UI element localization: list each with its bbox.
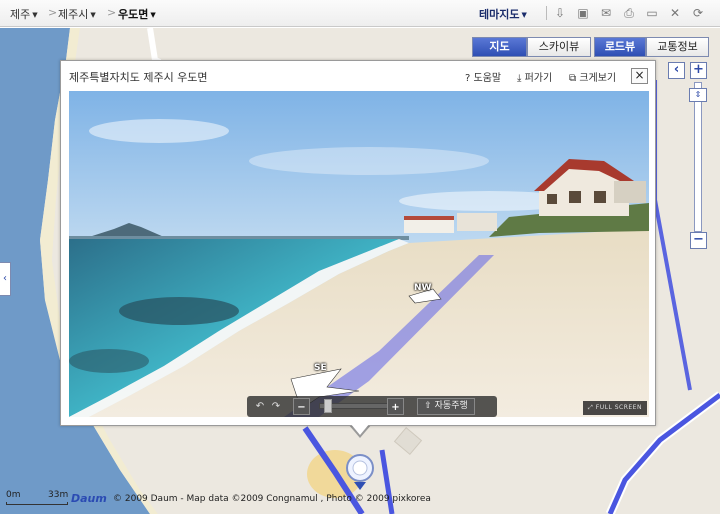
share-icon[interactable]: ✕ (668, 6, 682, 20)
scale-end-label: 33m (48, 490, 69, 500)
reset-icon[interactable]: ⟳ (691, 6, 705, 20)
zoom-slider-handle[interactable]: ⇕ (689, 88, 707, 102)
zoom-out-pano-button[interactable]: − (293, 398, 310, 415)
breadcrumb-separator: > (107, 6, 117, 19)
breadcrumb-province[interactable]: 제주 ▼ (10, 6, 38, 22)
pan-left-button[interactable]: ‹ (668, 62, 685, 79)
download-icon[interactable]: ⇩ (553, 6, 567, 20)
print-icon[interactable]: ⎙ (622, 6, 636, 20)
daum-logo: Daum (71, 492, 107, 505)
close-button[interactable]: × (631, 68, 648, 84)
external-link-icon: ⧉ (569, 73, 577, 84)
chevron-down-icon: ▼ (90, 11, 96, 19)
zoom-slider-track[interactable] (694, 82, 702, 232)
breadcrumb-town[interactable]: 우도면 ▼ (118, 6, 156, 22)
roadview-popup: 제주특별자치도 제주시 우도면 ? 도움말 ⤓ 퍼가기 ⧉ 크게보기 × NW … (60, 60, 656, 426)
popup-pointer-inner (350, 423, 370, 435)
theme-map-button[interactable]: 테마지도 ▼ (479, 6, 527, 22)
map-type-skyview-button[interactable]: 스카이뷰 (527, 37, 591, 57)
top-toolbar: 제주 ▼ > 제주시 ▼ > 우도면 ▼ 테마지도 ▼ ⇩ ▣ ✉ ⎙ ▭ ✕ ⟳ (0, 0, 720, 27)
toolbar-divider (546, 6, 547, 20)
pano-zoom-handle[interactable] (324, 399, 332, 413)
chevron-down-icon: ▼ (150, 11, 156, 19)
auto-play-button[interactable]: ⇧ 자동주행 (417, 398, 475, 415)
roadview-marker-icon[interactable] (338, 452, 384, 498)
rotate-left-icon[interactable]: ↶ (253, 398, 267, 415)
direction-se-label[interactable]: SE (314, 363, 327, 373)
enlarge-link[interactable]: ⧉ 크게보기 (569, 69, 616, 84)
mail-icon[interactable]: ✉ (599, 6, 613, 20)
rotate-right-icon[interactable]: ↷ (269, 398, 283, 415)
panorama-controls: ↶ ↷ − + ⇧ 자동주행 (247, 396, 497, 417)
zoom-out-button[interactable]: − (690, 232, 707, 249)
chevron-down-icon: ▼ (521, 11, 527, 19)
copyright-text: © 2009 Daum - Map data ©2009 Congnamul ,… (113, 494, 431, 504)
fullscreen-button[interactable]: ⤢ FULL SCREEN (583, 401, 647, 415)
close-icon: × (634, 68, 645, 82)
map-type-roadview-button[interactable]: 로드뷰 (594, 37, 646, 57)
map-type-map-button[interactable]: 지도 (472, 37, 527, 57)
map-type-traffic-button[interactable]: 교통정보 (646, 37, 709, 57)
question-icon: ? (465, 73, 471, 84)
chevron-down-icon: ▼ (32, 11, 38, 19)
help-link[interactable]: ? 도움말 (465, 69, 501, 84)
scale-start-label: 0m (6, 490, 21, 500)
download-icon: ⤓ (517, 73, 522, 84)
panorama-image (69, 91, 649, 417)
up-arrow-icon: ⇧ (424, 401, 432, 411)
zoom-in-button[interactable]: + (690, 62, 707, 79)
save-icon[interactable]: ▣ (576, 6, 590, 20)
share-link[interactable]: ⤓ 퍼가기 (517, 69, 552, 84)
breadcrumb-separator: > (48, 6, 58, 19)
breadcrumb-city[interactable]: 제주시 ▼ (58, 6, 96, 22)
roadview-panorama[interactable]: NW SE ↶ ↷ − + ⇧ 자동주행 ⤢ FULL SCREEN (69, 91, 649, 417)
direction-nw-label[interactable]: NW (414, 283, 431, 293)
popup-title: 제주특별자치도 제주시 우도면 (69, 71, 208, 84)
zoom-in-pano-button[interactable]: + (387, 398, 404, 415)
scale-bar (6, 502, 68, 505)
expand-icon: ⤢ (588, 404, 594, 411)
sidebar-toggle-button[interactable]: ‹ (0, 262, 11, 296)
ruler-icon[interactable]: ▭ (645, 6, 659, 20)
